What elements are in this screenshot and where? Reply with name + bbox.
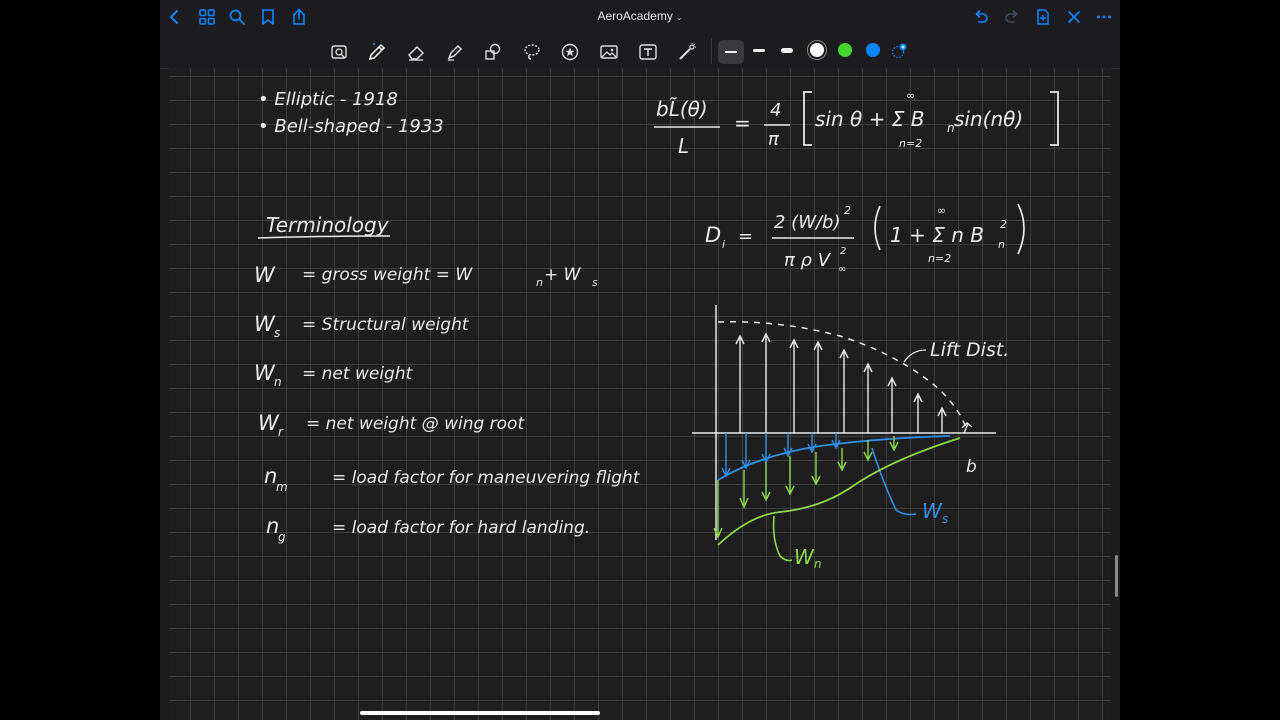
- eq1-coef-numerator: 4: [770, 100, 781, 121]
- definition-item: n g = load factor for hard landing.: [266, 514, 590, 544]
- def-symbol: W: [258, 411, 280, 435]
- def-sub: s: [274, 326, 280, 340]
- eq2-denominator: π ρ V: [784, 250, 832, 271]
- def-sub: m: [276, 480, 288, 494]
- eq2-body-sub: n: [998, 238, 1005, 251]
- eq2-lhs: D: [705, 223, 721, 247]
- induced-drag-equation: D i = 2 (W/b) 2 π ρ V ∞ 2 1 + Σ n B n 2 …: [705, 203, 1025, 275]
- intro-line-2: • Bell-shaped - 1933: [258, 116, 444, 137]
- definition-item: n m = load factor for maneuvering flight: [264, 464, 641, 494]
- lift-equation: bL̃(θ) L = 4 π sin θ + Σ B n sin(nθ) ∞ n…: [654, 89, 1059, 158]
- eq1-coef-denominator: π: [768, 129, 780, 150]
- def-text: = load factor for hard landing.: [332, 518, 590, 538]
- ws-label-sub: s: [942, 512, 948, 526]
- def-extra-sub: n: [536, 276, 543, 289]
- eq2-equals: =: [738, 226, 753, 247]
- wing-load-diagram: Lift Dist. W s W n b: [692, 305, 1009, 571]
- def-tail-sub: s: [592, 276, 598, 289]
- handwriting-layer: • Elliptic - 1918 • Bell-shaped - 1933 b…: [254, 89, 1059, 571]
- eq1-sum-bottom: n=2: [899, 137, 922, 150]
- eq1-equals: =: [734, 111, 751, 135]
- wn-label: W: [794, 545, 815, 569]
- def-symbol: W: [254, 263, 276, 287]
- eq2-sum-top: ∞: [937, 204, 946, 217]
- def-sub: g: [278, 530, 286, 544]
- eq2-sum-bottom: n=2: [928, 252, 951, 265]
- def-tail: + W: [544, 265, 582, 285]
- eq2-denominator-sub: ∞: [838, 264, 846, 275]
- eq1-sum-top: ∞: [906, 89, 915, 102]
- eq1-body: sin θ + Σ B: [815, 107, 924, 131]
- def-text: = gross weight = W: [302, 265, 473, 285]
- def-symbol: W: [254, 361, 276, 385]
- ws-label: W: [922, 499, 943, 523]
- definition-item: W n = net weight: [254, 361, 414, 389]
- eq2-numerator-sup: 2: [844, 204, 851, 217]
- definition-item: W = gross weight = W n + W s: [254, 263, 598, 289]
- eq2-denominator-sup: 2: [840, 246, 846, 257]
- eq2-numerator: 2 (W/b): [774, 212, 841, 233]
- eq1-lhs-numerator: bL̃(θ): [656, 97, 708, 121]
- terminology-heading: Terminology: [266, 213, 390, 237]
- def-text: = net weight: [302, 364, 414, 384]
- lift-distribution-label: Lift Dist.: [930, 339, 1009, 361]
- wn-label-sub: n: [814, 557, 822, 571]
- eq2-body-sup: 2: [1000, 218, 1007, 231]
- eq2-lhs-sub: i: [722, 238, 725, 251]
- def-text: = load factor for maneuvering flight: [332, 468, 641, 488]
- def-text: = net weight @ wing root: [306, 414, 525, 434]
- home-indicator[interactable]: [360, 711, 600, 715]
- definition-item: W r = net weight @ wing root: [258, 411, 525, 439]
- def-sub: r: [278, 425, 284, 439]
- eq1-body-tail: sin(nθ): [954, 107, 1023, 131]
- def-sub: n: [274, 375, 282, 389]
- app-window: AeroAcademy ⌄ • Elliptic - 1918 • Bell-s…: [160, 0, 1120, 720]
- span-label: b: [966, 457, 977, 477]
- intro-line-1: • Elliptic - 1918: [258, 89, 398, 110]
- eq2-body: 1 + Σ n B: [890, 223, 984, 247]
- definition-item: W s = Structural weight: [254, 312, 470, 340]
- page-scrollbar[interactable]: [1115, 555, 1118, 597]
- def-text: = Structural weight: [302, 315, 470, 335]
- def-symbol: W: [254, 312, 276, 336]
- definition-list: W = gross weight = W n + W s W s = Struc…: [254, 263, 641, 544]
- eq1-lhs-denominator: L: [678, 134, 689, 158]
